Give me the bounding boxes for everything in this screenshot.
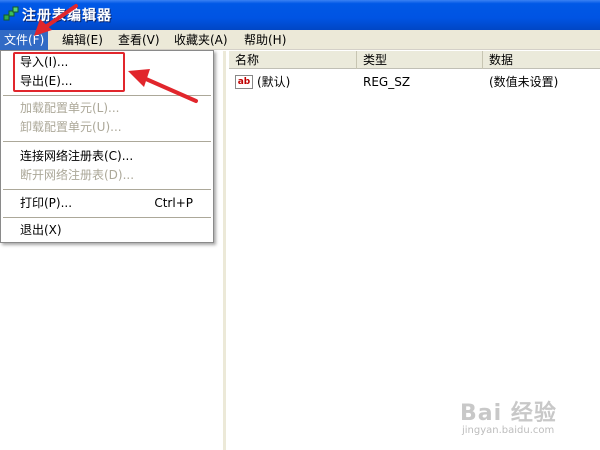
menu-file[interactable]: 文件(F) (0, 30, 49, 50)
menu-item-print-label: 打印(P)... (20, 196, 73, 210)
list-row[interactable]: ab (默认) REG_SZ (数值未设置) (229, 73, 600, 91)
print-shortcut: Ctrl+P (154, 196, 193, 210)
list-header: 名称 类型 数据 (229, 51, 600, 69)
menu-separator (3, 95, 211, 96)
window-title: 注册表编辑器 (22, 8, 112, 24)
watermark-logo: Bai 经验 (460, 401, 557, 426)
column-header-type[interactable]: 类型 (357, 51, 483, 69)
column-header-name[interactable]: 名称 (229, 51, 357, 69)
menu-view[interactable]: 查看(V) (114, 30, 164, 50)
menu-edit[interactable]: 编辑(E) (58, 30, 107, 50)
menu-item-disconnect-network: 断开网络注册表(D)... (20, 168, 135, 182)
value-type: REG_SZ (363, 75, 411, 89)
menu-item-load-hive: 加载配置单元(L)... (20, 101, 120, 115)
menu-item-connect-network[interactable]: 连接网络注册表(C)... (1, 147, 213, 166)
menu-separator (3, 217, 211, 218)
menu-item-unload-hive: 卸载配置单元(U)... (20, 120, 122, 134)
value-data: (数值未设置) (489, 75, 559, 89)
menu-bar: 文件(F) 编辑(E) 查看(V) 收藏夹(A) 帮助(H) (0, 30, 600, 50)
baidu-watermark: Bai 经验 jingyan.baidu.com (460, 395, 557, 436)
menu-favorites[interactable]: 收藏夹(A) (170, 30, 232, 50)
menu-separator (3, 141, 211, 142)
title-bar[interactable]: 注册表编辑器 (0, 0, 600, 30)
string-value-icon: ab (235, 75, 253, 89)
annotation-highlight-box (13, 52, 125, 92)
menu-item-print[interactable]: 打印(P)... Ctrl+P (1, 194, 213, 213)
menu-item-exit[interactable]: 退出(X) (1, 221, 213, 240)
value-list-pane[interactable]: 名称 类型 数据 ab (默认) REG_SZ (数值未设置) (229, 51, 600, 450)
column-header-data[interactable]: 数据 (483, 51, 600, 69)
value-name: (默认) (257, 75, 291, 89)
watermark-url: jingyan.baidu.com (462, 425, 555, 436)
menu-help[interactable]: 帮助(H) (240, 30, 290, 50)
regedit-app-icon (3, 6, 19, 21)
menu-separator (3, 189, 211, 190)
